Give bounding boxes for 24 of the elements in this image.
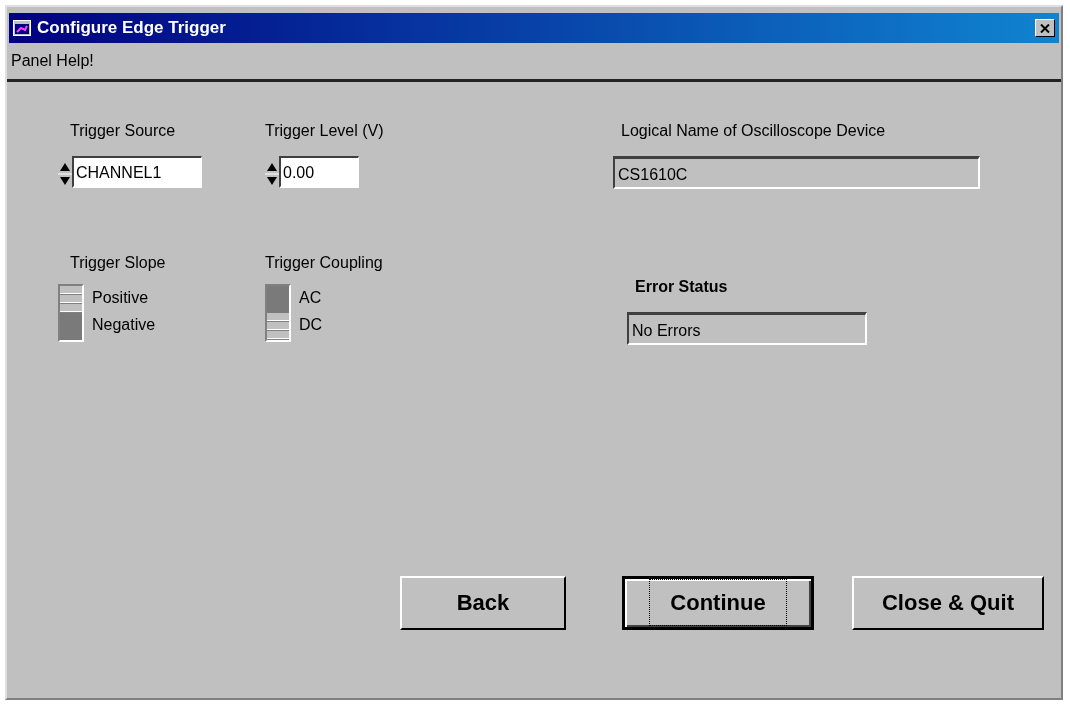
- toggle-switch[interactable]: [265, 284, 291, 342]
- option-label: Negative: [92, 315, 156, 335]
- option-label: AC: [299, 288, 323, 308]
- switch-label: Trigger Coupling: [265, 254, 383, 272]
- action-button[interactable]: Back: [400, 576, 566, 630]
- field-label: Logical Name of Oscilloscope Device: [621, 122, 886, 140]
- close-button[interactable]: [1035, 19, 1055, 37]
- menu-item[interactable]: Panel Help!: [11, 52, 94, 70]
- field-label: Trigger Level (V): [265, 122, 384, 140]
- field-label: Error Status: [635, 278, 728, 296]
- device-field: CS1610C: [613, 156, 980, 189]
- action-button[interactable]: Close & Quit: [852, 576, 1044, 630]
- action-button[interactable]: Continue: [622, 576, 814, 630]
- field-label: Trigger Source: [70, 122, 176, 140]
- option-label: Positive: [92, 288, 150, 308]
- option-label: DC: [299, 315, 323, 335]
- level-field[interactable]: 0.00: [279, 156, 359, 188]
- window-title: Configure Edge Trigger: [37, 18, 227, 38]
- app-icon: [13, 20, 31, 36]
- toggle-switch[interactable]: [58, 284, 84, 342]
- status-field: No Errors: [627, 312, 867, 345]
- switch-label: Trigger Slope: [70, 254, 166, 272]
- source-field[interactable]: CHANNEL1: [72, 156, 202, 188]
- close-icon: [1040, 23, 1050, 33]
